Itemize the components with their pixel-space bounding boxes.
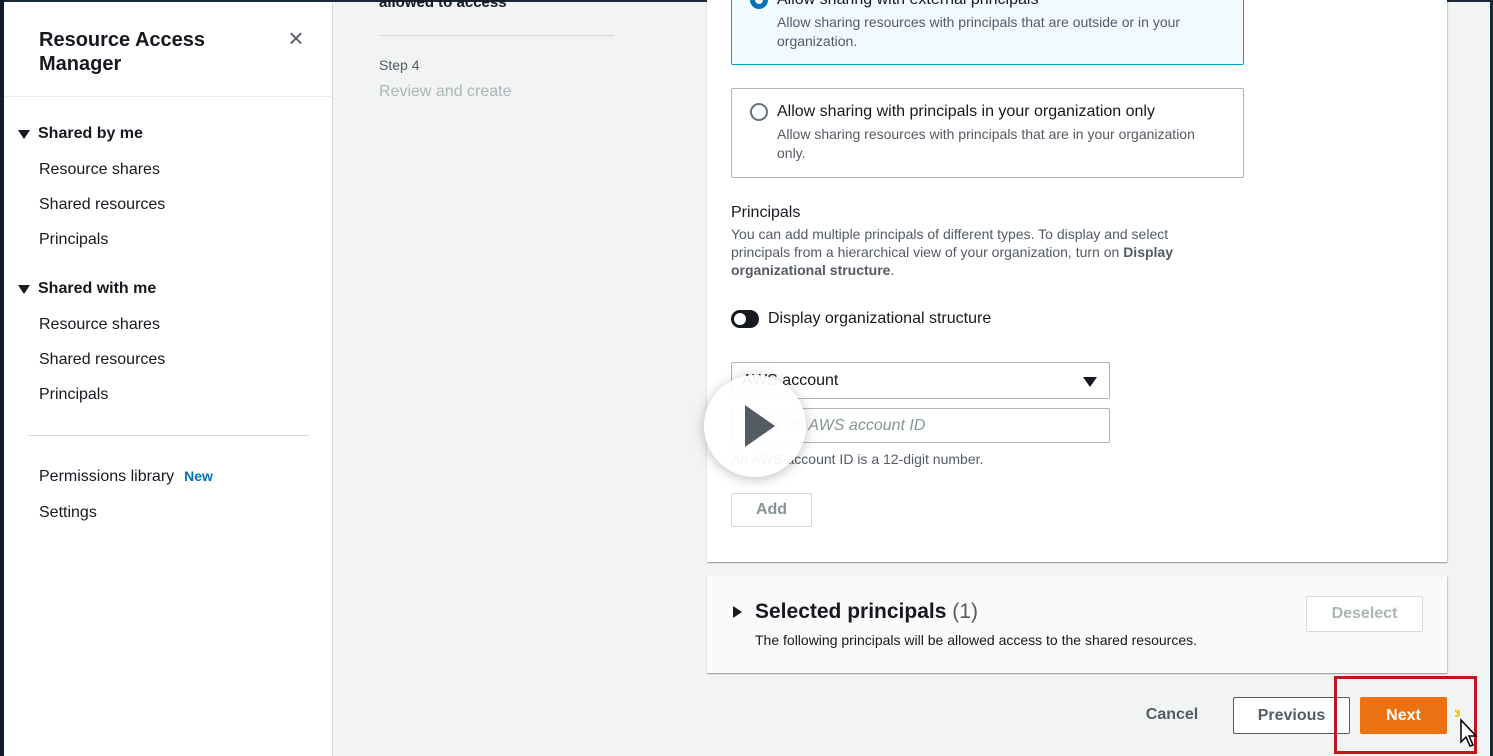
- sidebar-title: Resource Access Manager: [39, 29, 206, 75]
- radio-description: Allow sharing resources with principals …: [777, 126, 1195, 161]
- sidebar-item-settings[interactable]: Settings: [39, 504, 97, 522]
- sidebar-section-label: Shared with me: [38, 280, 157, 297]
- sidebar-item-shared-resources[interactable]: Shared resources: [39, 196, 165, 214]
- selected-count: (1): [952, 600, 978, 623]
- mouse-cursor-icon: [1455, 709, 1478, 747]
- sidebar-divider: [28, 435, 309, 436]
- new-badge: New: [184, 468, 213, 484]
- description-text: .: [890, 262, 895, 278]
- description-text: You can add multiple principals of diffe…: [731, 226, 1169, 260]
- play-icon[interactable]: [704, 375, 806, 477]
- selected-principals-title[interactable]: Selected principals (1): [755, 600, 978, 624]
- sidebar-item-resource-shares[interactable]: Resource shares: [39, 161, 160, 179]
- cancel-button[interactable]: Cancel: [1130, 697, 1214, 733]
- sidebar-item-principals[interactable]: Principals: [39, 386, 108, 404]
- sidebar-item-shared-resources[interactable]: Shared resources: [39, 351, 165, 369]
- sidebar-section-shared-by-me[interactable]: Shared by me: [18, 125, 143, 143]
- add-button[interactable]: Add: [731, 493, 812, 527]
- radio-org-only[interactable]: [750, 103, 768, 121]
- display-org-structure-toggle[interactable]: [731, 310, 759, 328]
- sidebar-item-label: Permissions library: [39, 468, 175, 485]
- radio-label: Allow sharing with principals in your or…: [777, 103, 1155, 120]
- previous-button[interactable]: Previous: [1233, 697, 1350, 734]
- sidebar-item-resource-shares[interactable]: Resource shares: [39, 316, 160, 334]
- radio-label: Allow sharing with external principals: [777, 0, 1038, 9]
- selected-principals-panel: Selected principals (1) The following pr…: [707, 576, 1447, 673]
- radio-tile-org-only[interactable]: Allow sharing with principals in your or…: [731, 88, 1244, 178]
- previous-step-title: allowed to access: [379, 0, 507, 11]
- sidebar-section-shared-with-me[interactable]: Shared with me: [18, 280, 156, 298]
- principals-title: Principals: [731, 204, 801, 221]
- toggle-label: Display organizational structure: [768, 310, 992, 327]
- close-icon[interactable]: ×: [284, 25, 308, 51]
- step-link-review-and-create[interactable]: Review and create: [379, 83, 512, 101]
- radio-tile-external[interactable]: Allow sharing with external principals A…: [731, 0, 1244, 65]
- sidebar-item-principals[interactable]: Principals: [39, 231, 108, 249]
- step-number: Step 4: [379, 57, 420, 73]
- sidebar-divider: [4, 96, 333, 97]
- principals-card: Allow sharing with external principals A…: [707, 0, 1447, 562]
- caret-down-icon: [1083, 377, 1097, 387]
- expand-caret-icon[interactable]: [733, 606, 742, 618]
- sidebar-item-permissions-library[interactable]: Permissions library New: [39, 468, 213, 486]
- radio-external[interactable]: [750, 0, 768, 9]
- step-divider: [379, 35, 614, 36]
- section-title-text: Selected principals: [755, 600, 947, 623]
- radio-description: Allow sharing resources with principals …: [777, 14, 1181, 49]
- selected-principals-description: The following principals will be allowed…: [755, 632, 1197, 648]
- principals-description: You can add multiple principals of diffe…: [731, 225, 1201, 279]
- caret-down-icon: [18, 129, 30, 139]
- caret-down-icon: [18, 284, 30, 294]
- sidebar-section-label: Shared by me: [38, 125, 143, 142]
- deselect-button[interactable]: Deselect: [1306, 596, 1423, 632]
- sidebar: Resource Access Manager × Shared by me R…: [4, 2, 333, 756]
